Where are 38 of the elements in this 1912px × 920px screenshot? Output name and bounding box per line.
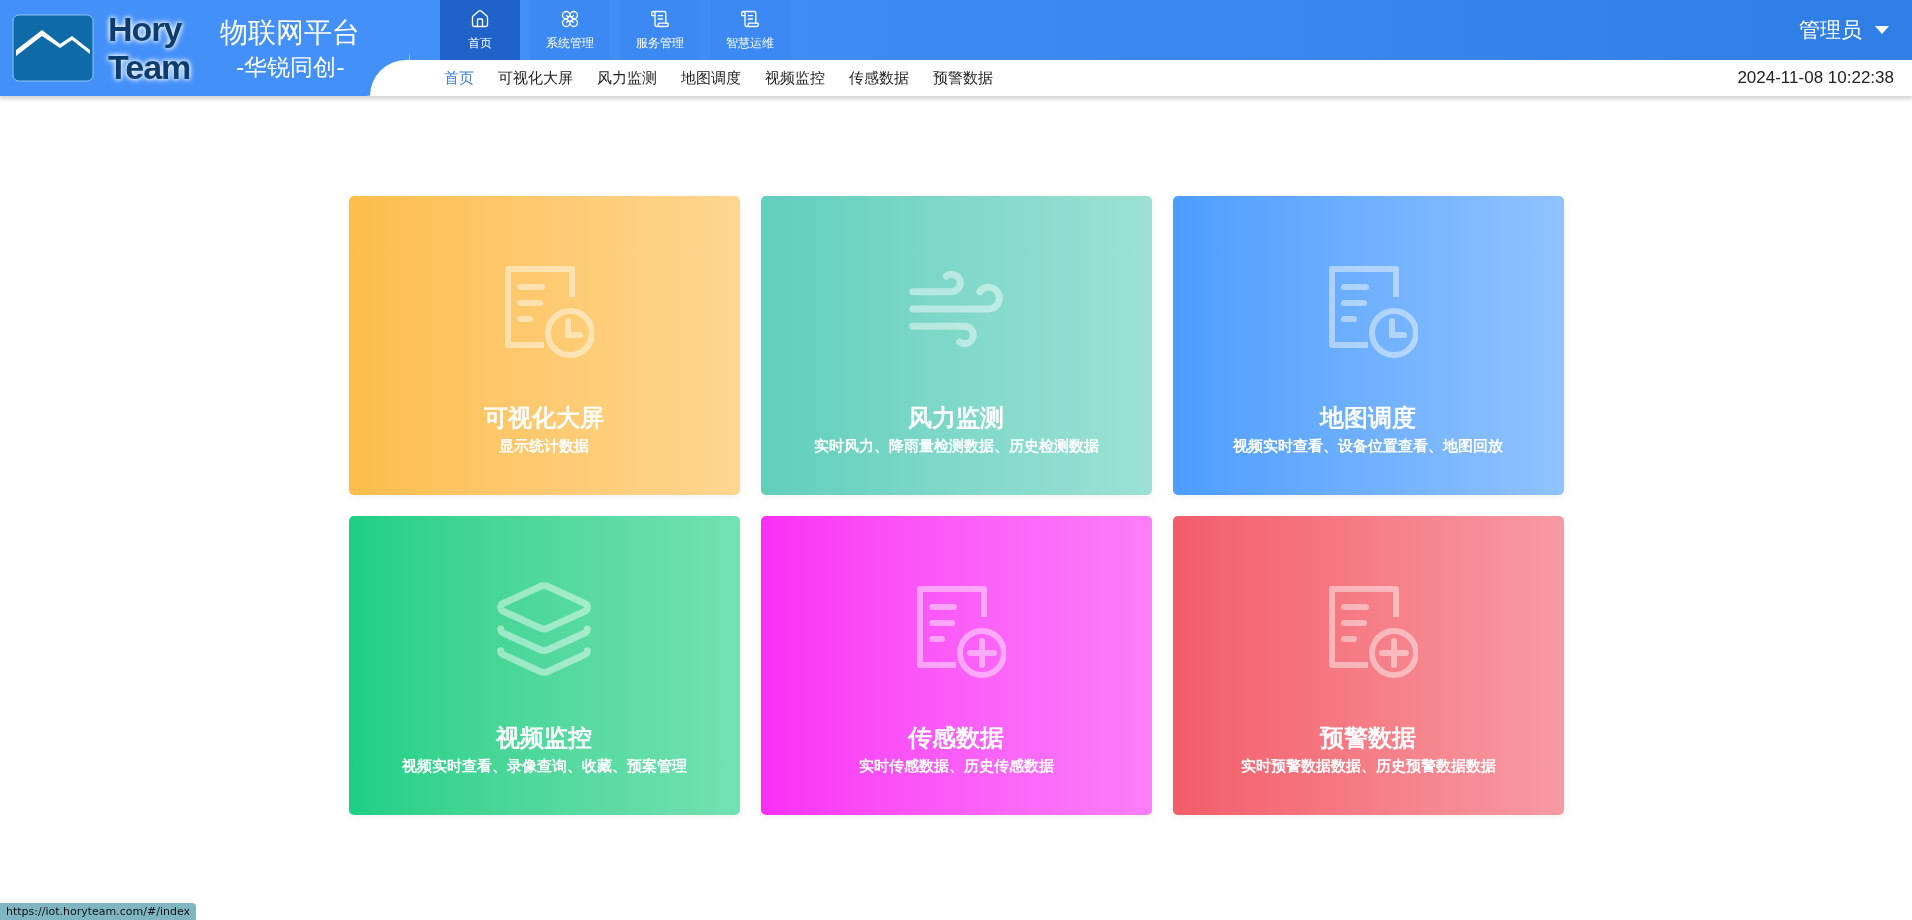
flower-icon — [560, 8, 580, 29]
nav-link[interactable]: 风力监测 — [585, 68, 669, 88]
nav-link[interactable]: 视频监控 — [753, 68, 837, 88]
card-description: 实时传感数据、历史传感数据 — [858, 756, 1054, 777]
card-description: 视频实时查看、录像查询、收藏、预案管理 — [401, 756, 687, 777]
card-title: 风力监测 — [908, 403, 1004, 434]
mountain-logo-icon — [12, 14, 94, 82]
top-tab[interactable]: 首页 — [440, 0, 520, 60]
top-tab[interactable]: 服务管理 — [620, 0, 700, 60]
nav-link[interactable]: 首页 — [432, 68, 486, 88]
user-menu[interactable]: 管理员 — [1799, 0, 1890, 60]
nav-link[interactable]: 可视化大屏 — [486, 68, 585, 88]
top-tab[interactable]: 系统管理 — [530, 0, 610, 60]
card-title: 传感数据 — [908, 723, 1004, 754]
caret-icon — [1874, 25, 1890, 35]
card-title: 地图调度 — [1320, 403, 1416, 434]
card-description: 实时风力、降雨量检测数据、历史检测数据 — [813, 436, 1099, 457]
card-title: 可视化大屏 — [484, 403, 604, 434]
card-description: 视频实时查看、设备位置查看、地图回放 — [1233, 436, 1503, 457]
card-description: 实时预警数据数据、历史预警数据数据 — [1240, 756, 1496, 777]
module-card[interactable]: 预警数据 实时预警数据数据、历史预警数据数据 — [1172, 516, 1564, 815]
card-description: 显示统计数据 — [499, 436, 589, 457]
scroll-icon — [740, 8, 760, 29]
module-card[interactable]: 传感数据 实时传感数据、历史传感数据 — [760, 516, 1152, 815]
card-title: 预警数据 — [1320, 723, 1416, 754]
nav-link[interactable]: 传感数据 — [837, 68, 921, 88]
module-card[interactable]: 地图调度 视频实时查看、设备位置查看、地图回放 — [1172, 196, 1564, 495]
card-title: 视频监控 — [496, 723, 592, 754]
nav-link[interactable]: 预警数据 — [921, 68, 1005, 88]
platform-subtitle: -华锐同创- — [236, 53, 345, 82]
link-status-url: https://iot.horyteam.com/#/index — [0, 903, 196, 920]
scroll-icon — [650, 8, 670, 29]
logo-text: Team — [108, 48, 191, 86]
datetime: 2024-11-08 10:22:38 — [1737, 68, 1894, 88]
logo-text: Hory — [108, 10, 183, 48]
nav-link[interactable]: 地图调度 — [669, 68, 753, 88]
platform-title: 物联网平台 — [220, 15, 361, 51]
home-icon — [470, 8, 490, 29]
